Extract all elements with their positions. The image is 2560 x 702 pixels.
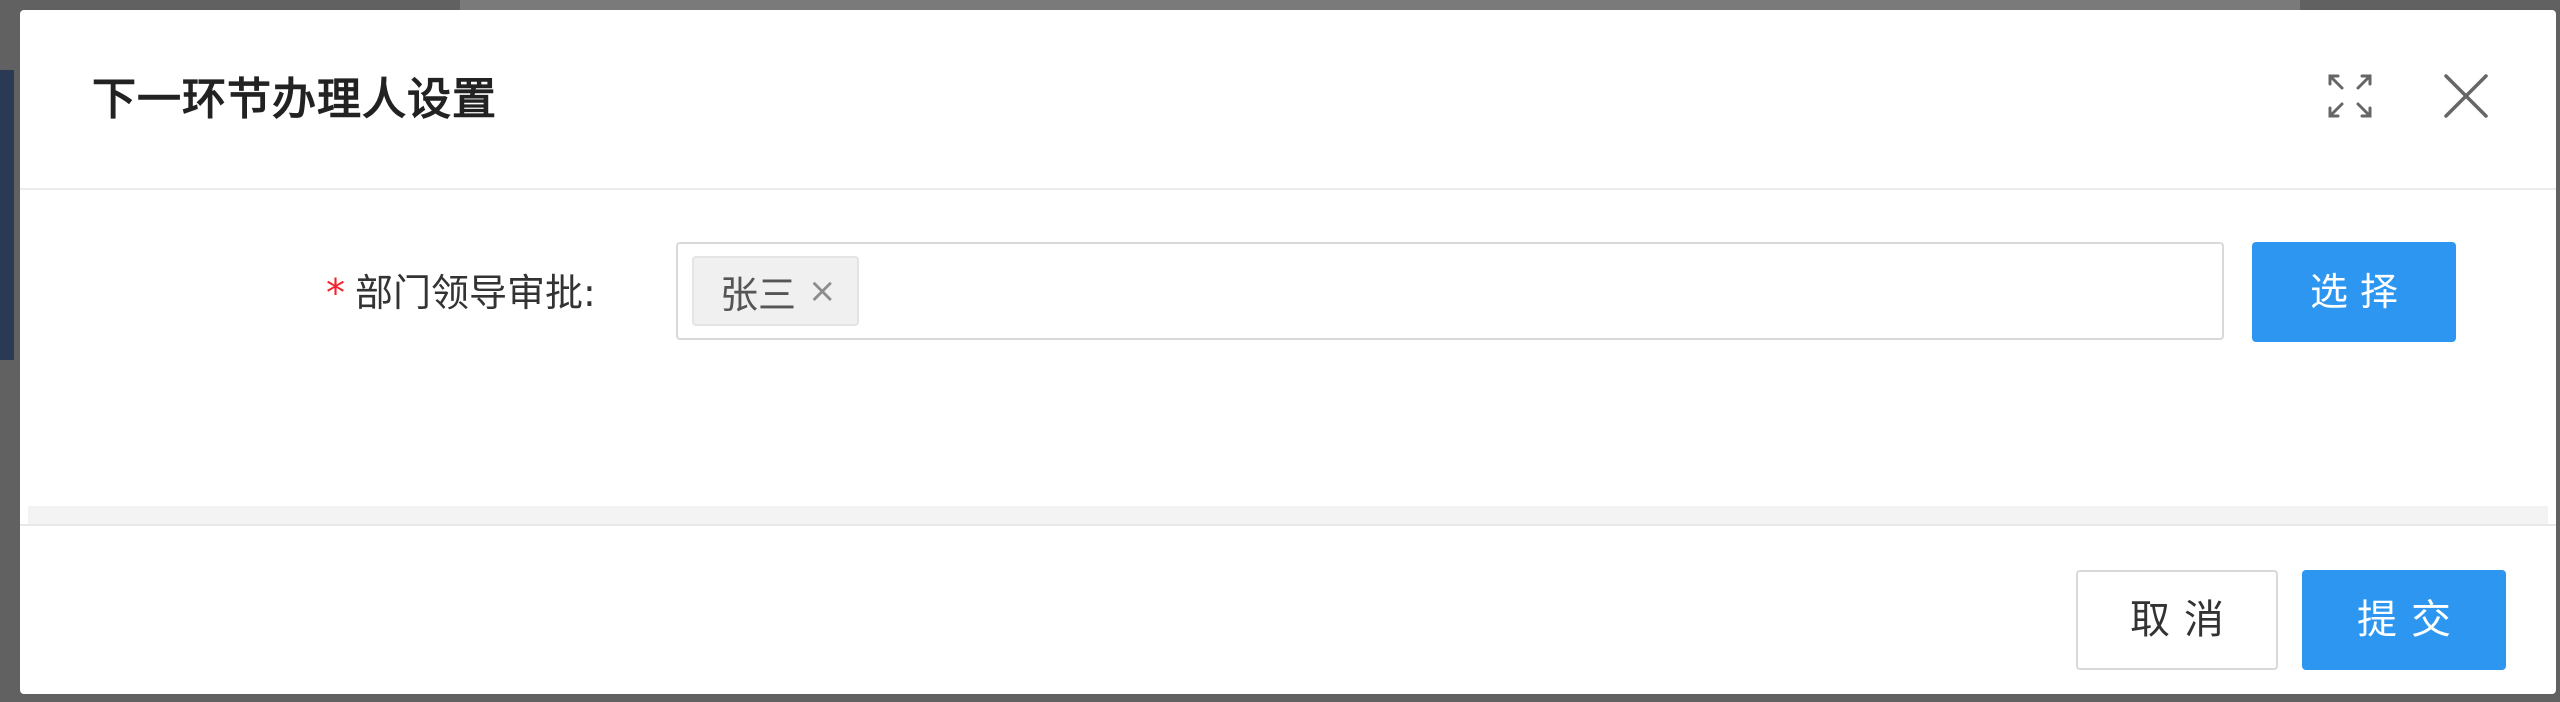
tag-remove-icon[interactable]: ×	[808, 274, 837, 308]
tag-label: 张三	[720, 272, 797, 317]
assignee-dialog: 下一环节办理人设置 * 部门领导审批: 张三 × 选择 取消 提交	[20, 10, 2556, 694]
submit-button[interactable]: 提交	[2302, 570, 2506, 670]
background-edge-strip	[0, 70, 14, 360]
field-label-text: 部门领导审批:	[355, 271, 596, 315]
dialog-title: 下一环节办理人设置	[92, 74, 497, 125]
dialog-header: 下一环节办理人设置	[20, 10, 2556, 190]
dialog-body: * 部门领导审批: 张三 × 选择	[20, 190, 2556, 526]
dept-leader-approval-label: * 部门领导审批:	[326, 268, 596, 318]
required-mark: *	[326, 271, 345, 315]
background-top-strip	[460, 0, 2300, 10]
body-bottom-band	[28, 506, 2548, 526]
close-icon[interactable]	[2438, 68, 2494, 124]
cancel-button[interactable]: 取消	[2076, 570, 2278, 670]
select-button[interactable]: 选择	[2252, 242, 2456, 342]
maximize-icon[interactable]	[2322, 68, 2378, 124]
assignee-tag-input[interactable]: 张三 ×	[676, 242, 2224, 340]
dept-leader-approval-row: * 部门领导审批: 张三 × 选择	[20, 242, 2556, 344]
selected-user-tag: 张三 ×	[692, 256, 859, 326]
dialog-footer: 取消 提交	[20, 526, 2556, 694]
